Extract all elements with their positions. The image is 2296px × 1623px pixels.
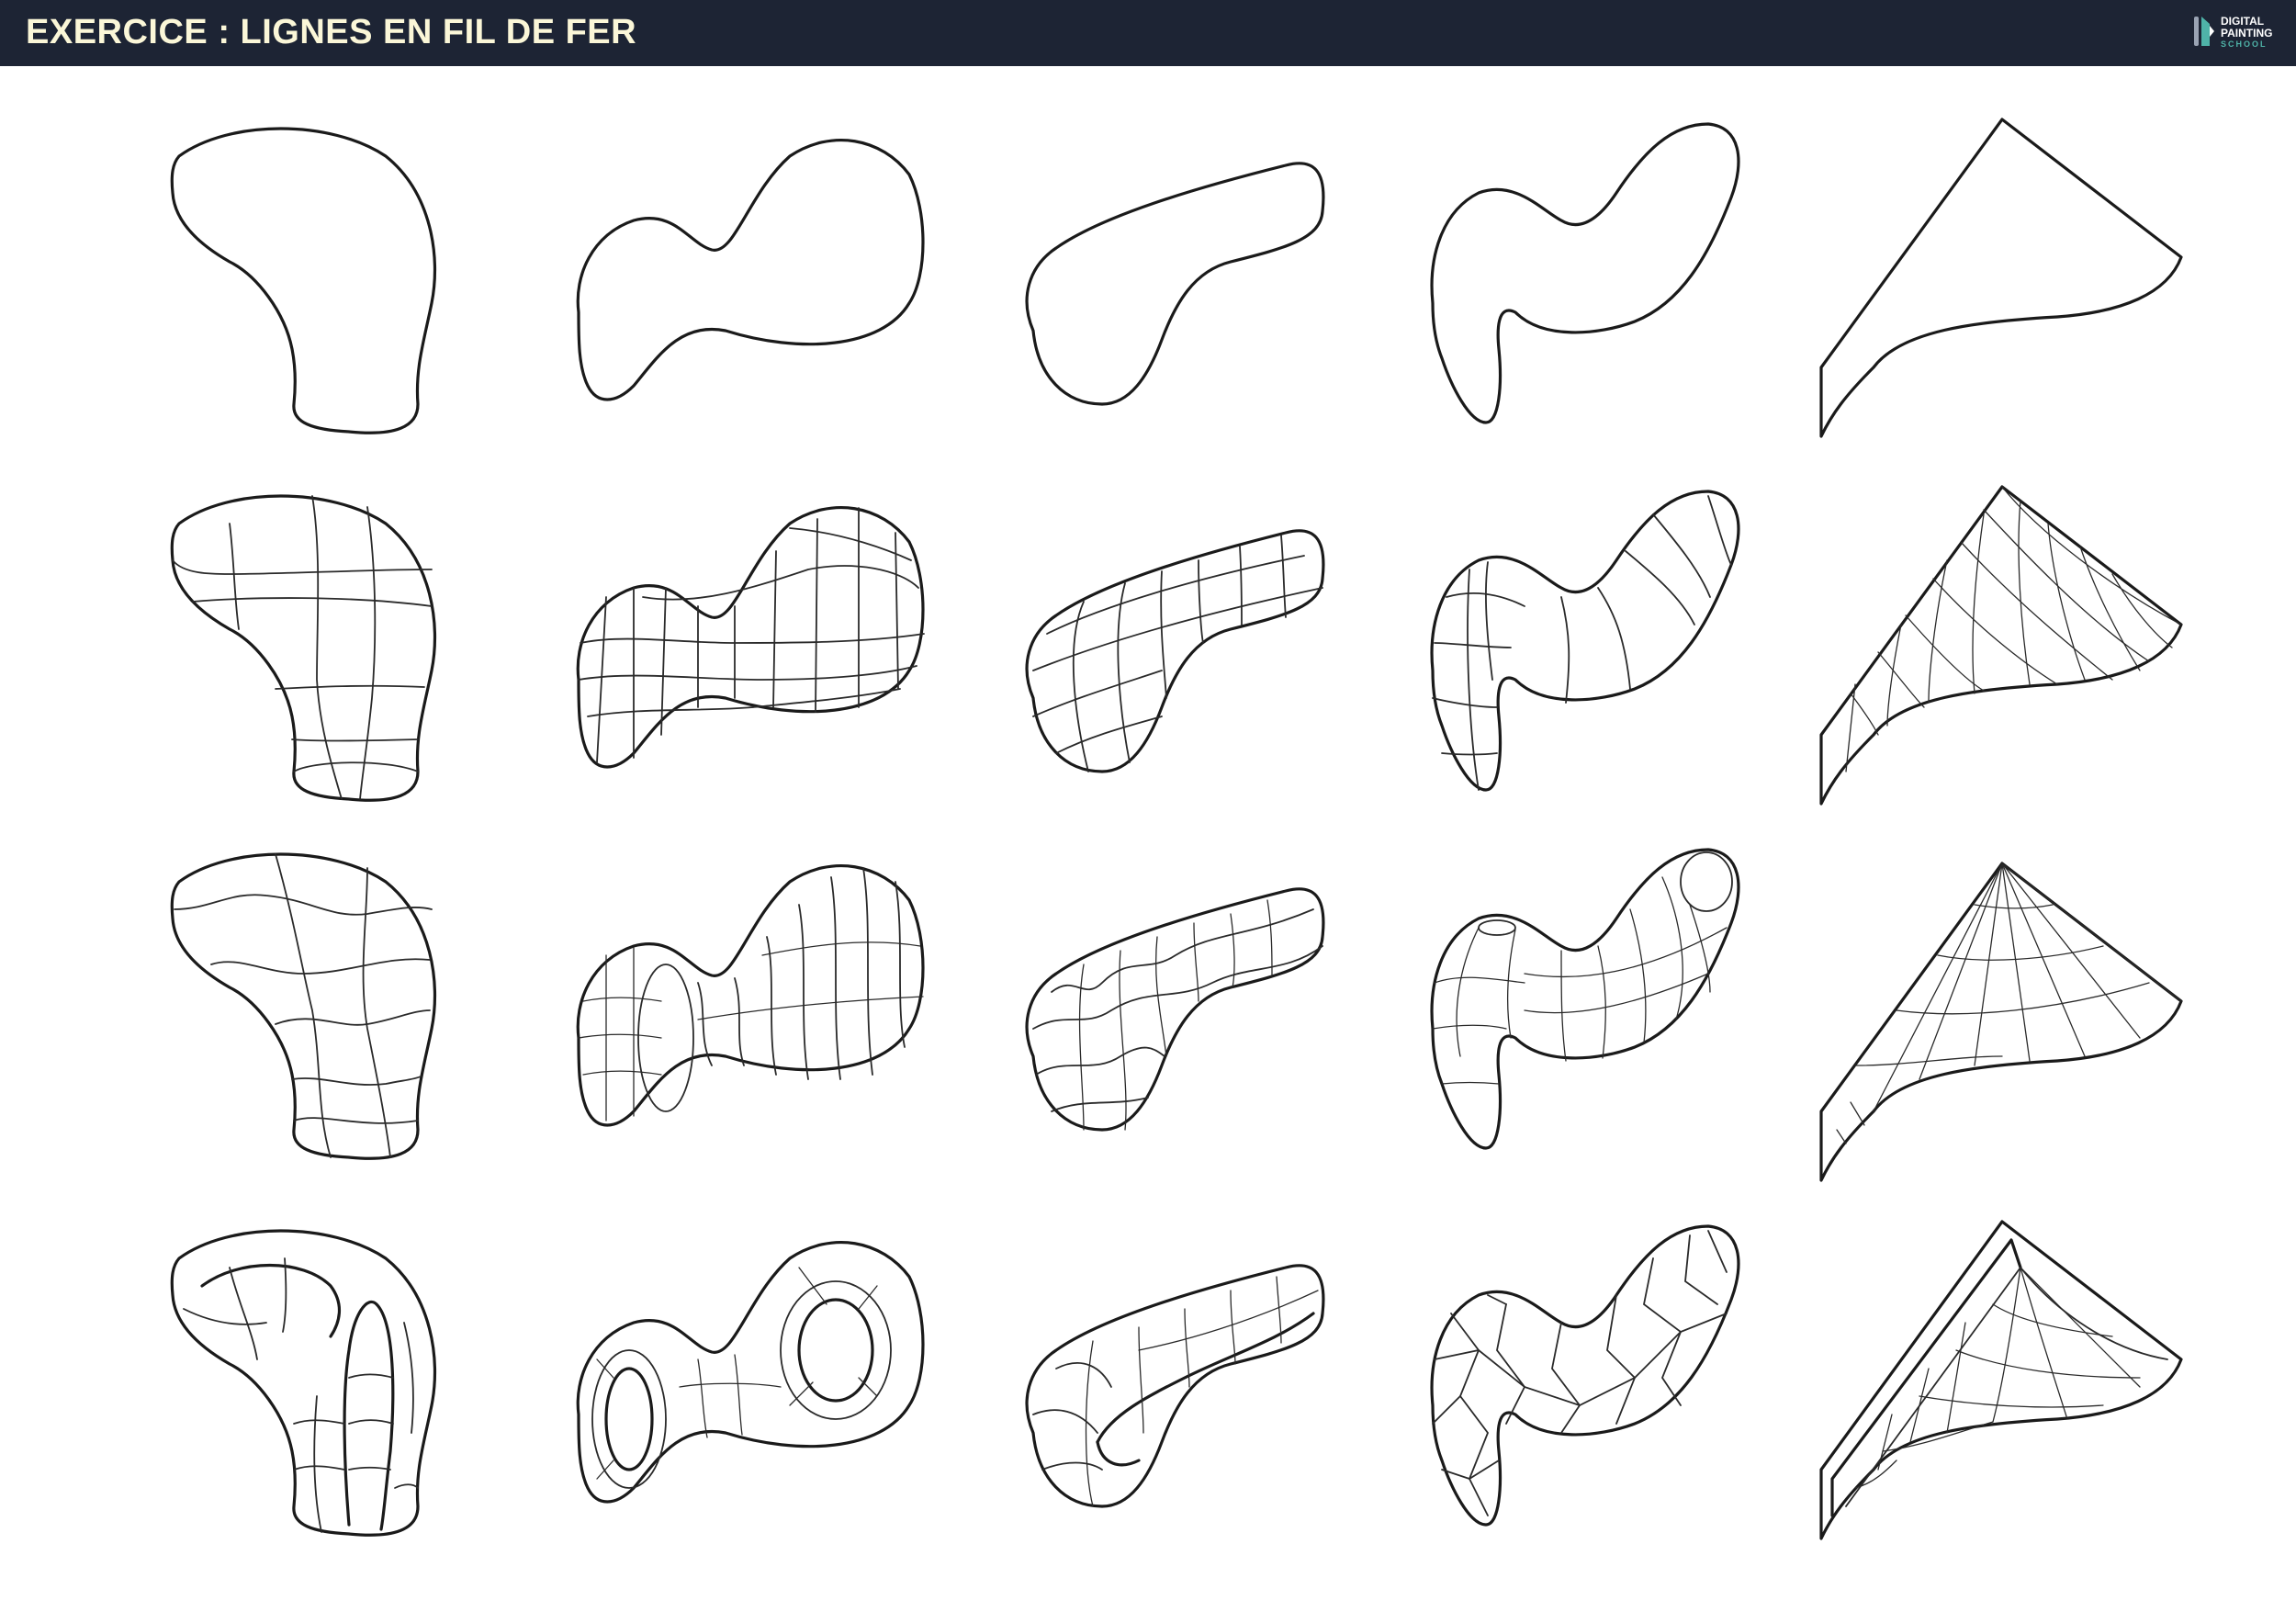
shape-5-wireframe-c (1819, 1220, 2183, 1540)
school-logo: DIGITAL PAINTING SCHOOL (2191, 13, 2292, 53)
shape-4-wireframe-a (1430, 490, 1740, 792)
shape-3-outline (1025, 162, 1325, 406)
shape-4-wireframe-c (1430, 1224, 1740, 1527)
shape-4-outline (1430, 122, 1740, 424)
logo-text-painting: PAINTING (2221, 27, 2273, 39)
page-title: EXERCICE : LIGNES EN FIL DE FER (26, 13, 637, 51)
row-wireframe-a (170, 485, 2183, 806)
shape-2-wireframe-b (576, 863, 925, 1127)
shape-1-wireframe-c (170, 1229, 437, 1537)
shape-3-wireframe-c (1025, 1264, 1325, 1508)
shape-2-wireframe-a (576, 505, 925, 769)
shape-2-outline (576, 138, 925, 401)
shape-1-wireframe-b (170, 852, 437, 1160)
row-wireframe-b (170, 848, 2183, 1182)
shape-3-wireframe-a (1025, 529, 1325, 773)
row-outline (170, 118, 2183, 438)
exercise-sheet (0, 66, 2296, 1623)
drawings-canvas (170, 118, 2183, 1540)
logo-text-school: SCHOOL (2221, 39, 2268, 49)
brush-logo-icon (2194, 17, 2214, 46)
shape-2-wireframe-c (576, 1240, 925, 1504)
shape-5-outline (1819, 118, 2183, 438)
header-bar: EXERCICE : LIGNES EN FIL DE FER DIGITAL … (0, 0, 2296, 66)
shape-1-wireframe-a (170, 494, 437, 802)
shape-5-wireframe-a (1819, 485, 2183, 806)
shape-1-outline (170, 127, 437, 434)
logo-text-digital: DIGITAL (2221, 15, 2265, 28)
shape-3-wireframe-b (1025, 887, 1325, 1132)
shape-4-wireframe-b (1430, 848, 1740, 1150)
shape-5-wireframe-b (1819, 862, 2183, 1182)
row-wireframe-c (170, 1220, 2183, 1540)
